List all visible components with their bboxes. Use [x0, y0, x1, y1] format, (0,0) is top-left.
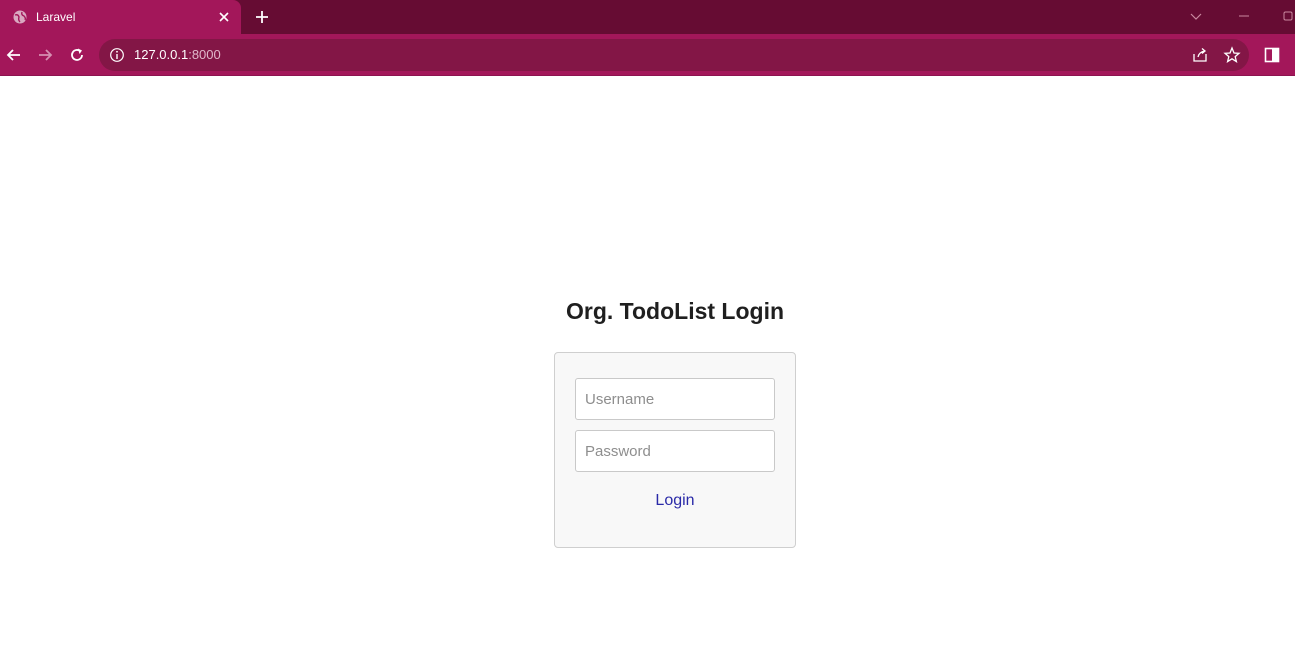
minimize-icon[interactable]: [1236, 8, 1252, 24]
forward-arrow-icon[interactable]: [36, 46, 54, 64]
page-title: Org. TodoList Login: [565, 298, 785, 324]
side-panel-icon[interactable]: [1263, 46, 1281, 64]
login-form: Login: [554, 352, 796, 548]
back-arrow-icon[interactable]: [5, 46, 23, 64]
address-bar[interactable]: 127.0.0.1:8000: [99, 39, 1249, 71]
url-host: 127.0.0.1: [134, 47, 189, 62]
star-icon[interactable]: [1223, 46, 1241, 64]
share-icon[interactable]: [1191, 46, 1209, 64]
chevron-down-icon[interactable]: [1188, 8, 1204, 24]
close-icon[interactable]: [216, 9, 232, 25]
username-input[interactable]: [575, 378, 775, 420]
url-port: :8000: [188, 47, 221, 62]
password-input[interactable]: [575, 430, 775, 472]
login-button[interactable]: Login: [615, 489, 735, 513]
info-icon[interactable]: [109, 47, 125, 63]
tab-strip: Laravel: [0, 0, 1295, 34]
url-text: 127.0.0.1:8000: [134, 47, 221, 62]
tab-title: Laravel: [36, 10, 76, 24]
restore-icon[interactable]: [1281, 8, 1295, 24]
globe-icon: [12, 9, 28, 25]
browser-tab[interactable]: Laravel: [0, 0, 241, 34]
plus-icon[interactable]: [254, 9, 270, 25]
reload-icon[interactable]: [68, 46, 86, 64]
browser-toolbar: 127.0.0.1:8000: [0, 34, 1295, 76]
